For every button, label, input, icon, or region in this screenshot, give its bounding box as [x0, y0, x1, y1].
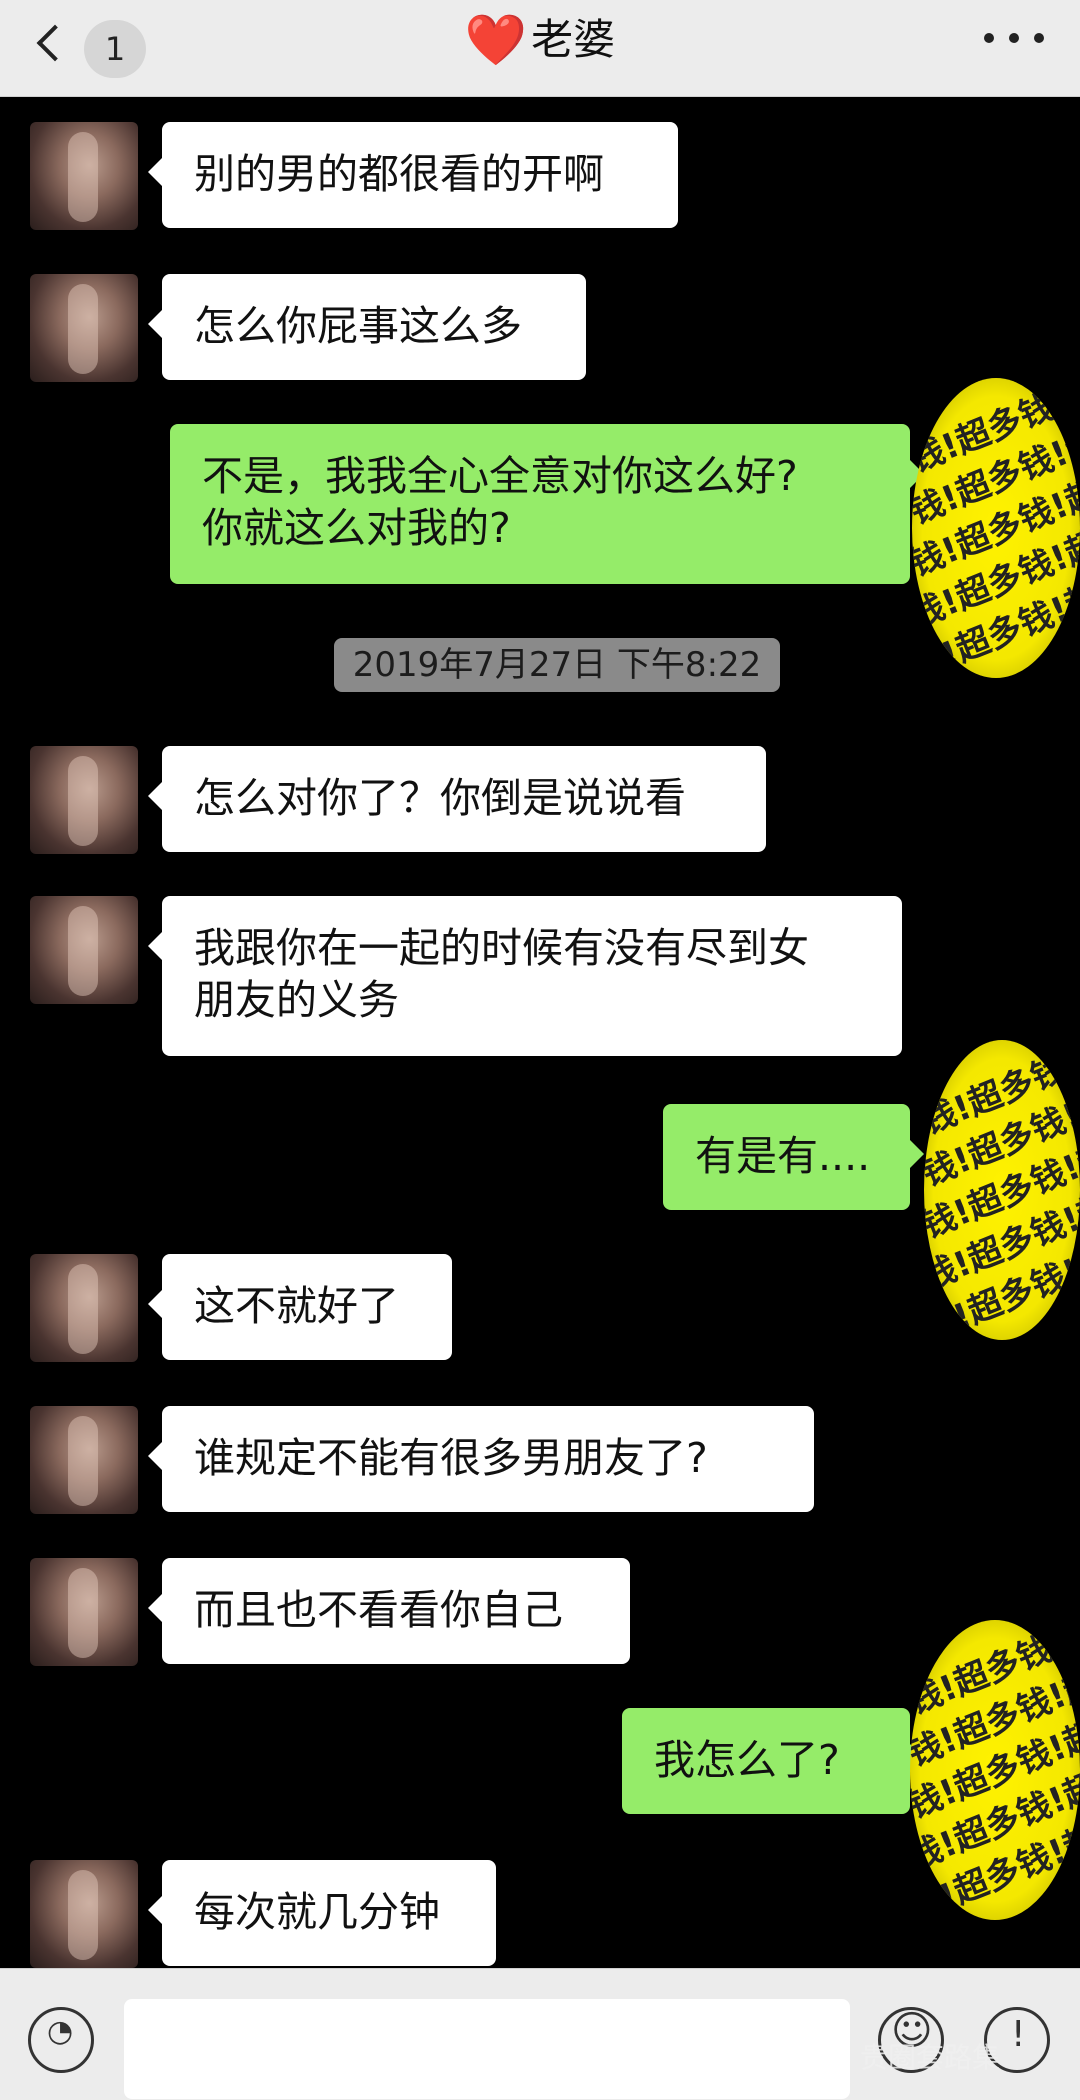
message-bubble-outgoing[interactable]: 有是有....: [663, 1104, 924, 1210]
message-bubble-incoming[interactable]: 而且也不看看你自己: [148, 1558, 630, 1664]
message-bubble-incoming[interactable]: 谁规定不能有很多男朋友了?: [148, 1406, 814, 1512]
voice-icon[interactable]: [28, 2007, 94, 2073]
chat-header: 1 ❤️老婆: [0, 0, 1080, 97]
message-bubble-incoming[interactable]: 我跟你在一起的时候有没有尽到女 朋友的义务: [148, 896, 902, 1056]
message-bubble-incoming[interactable]: 别的男的都很看的开啊: [148, 122, 678, 228]
more-dots-icon[interactable]: [984, 22, 1044, 54]
message-bubble-outgoing[interactable]: 我怎么了?: [622, 1708, 924, 1814]
contact-avatar[interactable]: [30, 1558, 138, 1666]
censored-avatar: 钱!超多钱!超多 钱!超多钱!超多 钱!超多钱!超多 钱!超多钱!超多 钱!超多…: [924, 1040, 1080, 1340]
message-bubble-incoming[interactable]: 这不就好了: [148, 1254, 452, 1360]
message-bubble-incoming[interactable]: 怎么你屁事这么多: [148, 274, 586, 380]
contact-avatar[interactable]: [30, 1254, 138, 1362]
input-toolbar: [0, 1968, 1080, 2100]
censored-avatar: 钱!超多钱!超多 钱!超多钱!超多 钱!超多钱!超多 钱!超多钱!超多 钱!超多…: [912, 378, 1080, 678]
contact-avatar[interactable]: [30, 274, 138, 382]
contact-avatar[interactable]: [30, 1860, 138, 1968]
contact-avatar[interactable]: [30, 746, 138, 854]
message-timestamp: 2019年7月27日 下午8:22: [334, 638, 780, 692]
message-bubble-incoming[interactable]: 每次就几分钟: [148, 1860, 496, 1966]
chat-title: ❤️老婆: [0, 0, 1080, 86]
message-input[interactable]: [124, 1999, 850, 2099]
chat-title-text: 老婆: [531, 15, 616, 64]
message-bubble-incoming[interactable]: 怎么对你了？你倒是说说看: [148, 746, 766, 852]
contact-avatar[interactable]: [30, 122, 138, 230]
message-bubble-outgoing[interactable]: 不是，我我全心全意对你这么好? 你就这么对我的?: [170, 424, 924, 584]
heart-icon: ❤️: [464, 11, 528, 69]
censored-avatar: 钱!超多钱!超多 钱!超多钱!超多 钱!超多钱!超多 钱!超多钱!超多 钱!超多…: [910, 1620, 1080, 1920]
contact-avatar[interactable]: [30, 1406, 138, 1514]
contact-avatar[interactable]: [30, 896, 138, 1004]
watermark: 贵圈套路集: [860, 2041, 1001, 2074]
